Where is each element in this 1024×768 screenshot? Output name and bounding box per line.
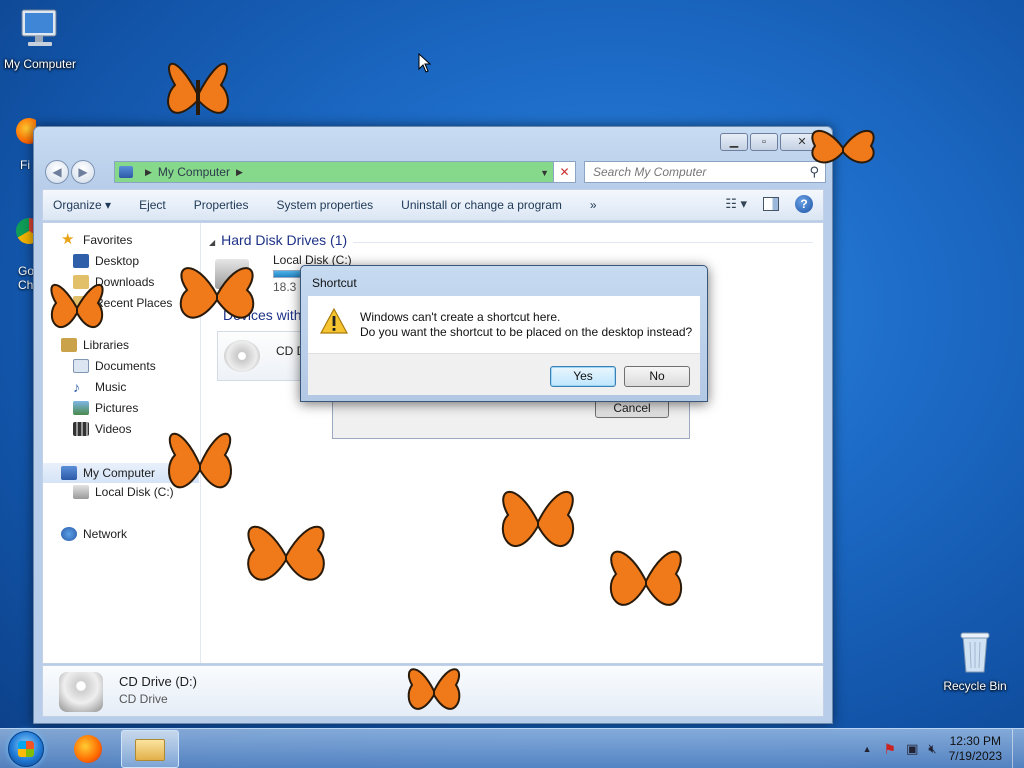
network-tray-icon[interactable]: ▣ — [906, 741, 918, 757]
videos-icon — [73, 422, 89, 436]
clock-date: 7/19/2023 — [948, 749, 1002, 763]
preview-pane-icon[interactable] — [763, 197, 779, 211]
group-header-hdd[interactable]: ◢ Hard Disk Drives (1) — [209, 232, 347, 248]
dialog-footer: Yes No — [308, 353, 700, 395]
desktop-icon — [73, 254, 89, 268]
chevron-down-icon[interactable]: ▼ — [540, 162, 549, 184]
minimize-button[interactable]: ▁ — [720, 133, 748, 151]
nav-label: Network — [83, 527, 128, 541]
clock-time: 12:30 PM — [949, 734, 1001, 748]
nav-favorites[interactable]: ★ Favorites — [61, 231, 133, 248]
dialog-message-line: Windows can't create a shortcut here. — [360, 310, 561, 324]
nav-label: Desktop — [95, 254, 140, 268]
nav-label: Music — [95, 380, 127, 394]
taskbar-explorer[interactable] — [121, 730, 179, 768]
pictures-icon — [73, 401, 89, 415]
nav-videos[interactable]: Videos — [73, 422, 131, 436]
stop-button[interactable]: ✕ — [553, 162, 575, 182]
folder-icon — [135, 739, 165, 761]
eject-button[interactable]: Eject — [139, 198, 166, 212]
view-options-icon[interactable]: ☷ ▾ — [725, 196, 747, 212]
show-desktop-button[interactable] — [1012, 729, 1024, 768]
yes-button[interactable]: Yes — [550, 366, 616, 387]
divider — [353, 242, 813, 243]
computer-icon — [61, 466, 77, 480]
computer-icon — [119, 166, 133, 178]
shortcut-dialog: Shortcut Windows can't create a shortcut… — [300, 265, 708, 402]
taskbar: ▲ ⚑ ▣ 🔇︎ 12:30 PM 7/19/2023 — [0, 728, 1024, 768]
action-center-icon[interactable]: ⚑ — [884, 741, 897, 758]
nav-label: Favorites — [83, 233, 133, 247]
nav-network[interactable]: Network — [61, 527, 127, 541]
recycle-bin-icon — [960, 632, 990, 673]
more-commands-button[interactable]: » — [590, 198, 597, 212]
dialog-message: Windows can't create a shortcut here. Do… — [360, 310, 692, 340]
nav-pictures[interactable]: Pictures — [73, 401, 138, 415]
clock[interactable]: 12:30 PM 7/19/2023 — [949, 734, 1002, 764]
volume-icon[interactable]: 🔇︎ — [928, 741, 936, 757]
start-button[interactable] — [8, 731, 44, 767]
dialog-message-line: Do you want the shortcut to be placed on… — [360, 325, 693, 339]
breadcrumb[interactable]: My Computer — [158, 165, 230, 179]
system-tray: ▲ ⚑ ▣ 🔇︎ 12:30 PM 7/19/2023 — [863, 729, 1024, 768]
forward-button[interactable]: ▶ — [71, 160, 95, 184]
mouse-cursor-icon — [418, 53, 432, 73]
group-label: Hard Disk Drives (1) — [221, 232, 348, 248]
details-type: CD Drive — [119, 692, 168, 706]
chevron-right-icon[interactable]: ▶ — [236, 167, 243, 178]
taskbar-firefox[interactable] — [62, 730, 120, 768]
nav-music[interactable]: ♪ Music — [73, 380, 126, 394]
help-icon[interactable]: ? — [795, 195, 813, 213]
butterfly-icon — [168, 432, 232, 489]
warning-icon — [319, 307, 349, 334]
butterfly-icon — [407, 668, 461, 710]
butterfly-icon — [167, 62, 229, 115]
windows-logo-icon — [18, 741, 34, 757]
nav-label: Documents — [95, 359, 156, 373]
dialog-body: Windows can't create a shortcut here. Do… — [308, 296, 700, 353]
butterfly-icon — [247, 525, 325, 581]
system-properties-button[interactable]: System properties — [276, 198, 373, 212]
details-name: CD Drive (D:) — [119, 674, 197, 689]
collapse-icon[interactable]: ◢ — [209, 238, 215, 247]
recycle-bin-desktop-icon[interactable]: Recycle Bin — [935, 630, 1015, 693]
desktop-icon-label: My Computer — [3, 57, 77, 71]
butterfly-icon — [609, 550, 683, 606]
address-bar[interactable]: ▶ My Computer ▶ ▼ ✕ — [114, 161, 576, 183]
butterfly-icon — [811, 129, 875, 164]
organize-button[interactable]: Organize ▾ — [53, 198, 111, 212]
nav-label: Videos — [95, 422, 132, 436]
network-icon — [61, 527, 77, 541]
cd-drive-icon — [59, 672, 103, 712]
uninstall-button[interactable]: Uninstall or change a program — [401, 198, 562, 212]
command-bar: Organize ▾ Eject Properties System prope… — [42, 189, 824, 221]
navigation-bar: ◀ ▶ ▶ My Computer ▶ ▼ ✕ Search My Comput… — [42, 159, 826, 187]
search-input[interactable]: Search My Computer ⚲ — [584, 161, 826, 183]
butterfly-icon — [179, 267, 255, 319]
nav-desktop[interactable]: Desktop — [73, 254, 139, 268]
butterfly-icon — [50, 283, 104, 328]
nav-label: My Computer — [83, 466, 156, 480]
back-button[interactable]: ◀ — [45, 160, 69, 184]
computer-icon — [21, 9, 57, 46]
butterfly-icon — [501, 490, 575, 547]
maximize-button[interactable]: ▫ — [750, 133, 778, 151]
hard-disk-icon — [73, 485, 89, 499]
nav-documents[interactable]: Documents — [73, 359, 156, 373]
firefox-icon — [74, 735, 102, 763]
documents-icon — [73, 359, 89, 373]
my-computer-desktop-icon[interactable]: My Computer — [0, 8, 80, 71]
no-button[interactable]: No — [624, 366, 690, 387]
nav-label: Pictures — [95, 401, 139, 415]
dialog-title: Shortcut — [312, 276, 357, 290]
music-icon: ♪ — [73, 379, 80, 395]
desktop-icon-label: Recycle Bin — [943, 679, 1007, 693]
star-icon: ★ — [61, 231, 75, 248]
chevron-right-icon: ▶ — [145, 166, 152, 177]
search-placeholder: Search My Computer — [593, 165, 707, 179]
properties-button[interactable]: Properties — [194, 198, 249, 212]
show-hidden-icons[interactable]: ▲ — [863, 744, 872, 754]
cd-drive-icon — [224, 340, 260, 372]
